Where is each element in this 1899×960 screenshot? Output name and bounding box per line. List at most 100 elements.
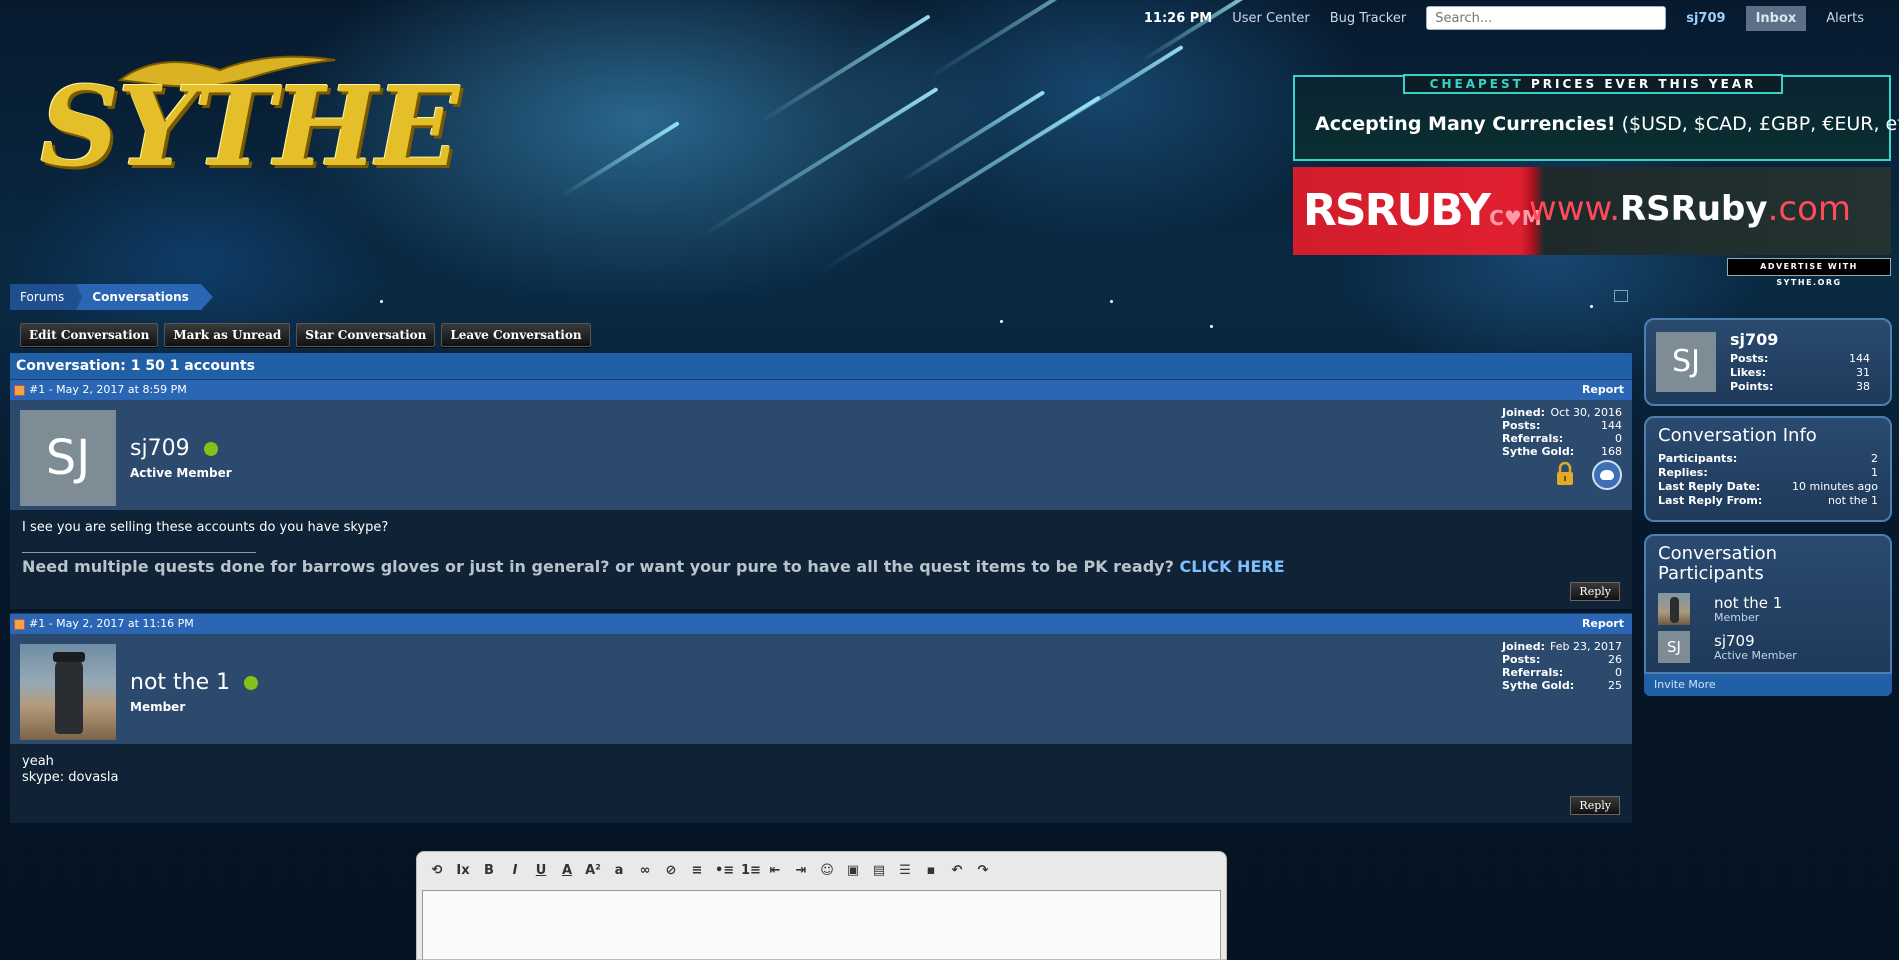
unlink-icon[interactable]: ⊘: [663, 863, 679, 879]
undo-icon[interactable]: ↶: [949, 863, 965, 879]
avatar[interactable]: SJ: [1658, 631, 1690, 663]
font-color-icon[interactable]: A: [559, 863, 575, 879]
breadcrumb-conversations[interactable]: Conversations: [76, 284, 213, 310]
info-label: Replies:: [1658, 466, 1708, 479]
stat-value: 0: [1615, 432, 1622, 445]
user-rank: Member: [130, 700, 186, 714]
panel-title-line: Conversation: [1658, 543, 1778, 564]
mark-unread-button[interactable]: Mark as Unread: [164, 323, 291, 347]
top-bar: 11:26 PM User Center Bug Tracker sj709 I…: [1144, 0, 1864, 36]
report-link[interactable]: Report: [1582, 614, 1624, 634]
link-icon[interactable]: ∞: [637, 863, 653, 879]
stat-label: Sythe Gold:: [1502, 445, 1575, 458]
participant-name[interactable]: not the 1: [1714, 595, 1782, 611]
reply-button[interactable]: Reply: [1570, 796, 1620, 815]
edit-conversation-button[interactable]: Edit Conversation: [20, 323, 159, 347]
ad-rsruby-url: www.RSRuby.com: [1529, 189, 1851, 229]
advertise-link[interactable]: ADVERTISE WITH SYTHE.ORG: [1727, 258, 1891, 287]
user-stats: Joined: Oct 30, 2016 Posts: 144 Referrals:…: [1502, 406, 1622, 458]
search-input[interactable]: [1426, 6, 1667, 30]
avatar[interactable]: SJ: [20, 410, 116, 506]
media-icon[interactable]: ▤: [871, 863, 887, 879]
post-user-info: SJ sj709 Active Member Joined: Oct 30, 20…: [10, 400, 1632, 510]
info-value: 2: [1871, 452, 1878, 465]
user-center-link[interactable]: User Center: [1232, 11, 1310, 26]
info-value: 1: [1871, 466, 1878, 479]
background-star: [1000, 320, 1003, 323]
stat-label: Posts:: [1502, 419, 1541, 432]
avatar[interactable]: [1658, 593, 1690, 625]
popout-icon[interactable]: [1614, 290, 1628, 302]
ad-banner-rsruby[interactable]: RSRUBYC♥M www.RSRuby.com: [1293, 167, 1891, 255]
clear-format-icon[interactable]: Ix: [455, 863, 471, 879]
italic-icon[interactable]: I: [507, 863, 523, 879]
background-meteor: [698, 86, 939, 239]
participants-panel: Conversation Participants not the 1 Member…: [1644, 534, 1892, 674]
participant-name[interactable]: sj709: [1714, 633, 1797, 649]
stat-value: 38: [1856, 380, 1870, 393]
ad-url-bold: RSRuby: [1620, 189, 1768, 229]
lock-icon: [1557, 462, 1573, 485]
site-logo[interactable]: SYTHE: [40, 40, 460, 191]
editor-toolbar: ⟲ Ix B I U A A² a ∞ ⊘ ≡ •≡ 1≡ ⇤ ⇥ ☺ ▣ ▤ …: [417, 852, 1226, 890]
remove-format-icon[interactable]: ⟲: [429, 863, 445, 879]
save-icon[interactable]: ▪: [923, 863, 939, 879]
outdent-icon[interactable]: ⇤: [767, 863, 783, 879]
background-star: [380, 300, 383, 303]
conversation-main: Conversation: 1 50 1 accounts #1 - May 2…: [10, 353, 1632, 823]
stat-label: Posts:: [1730, 352, 1769, 365]
ad-rsruby-brand: RSRUBYC♥M: [1303, 185, 1542, 236]
avatar[interactable]: SJ: [1656, 332, 1716, 392]
post-meta[interactable]: #1 - May 2, 2017 at 11:16 PM: [29, 614, 194, 634]
post-header: #1 - May 2, 2017 at 11:16 PM Report: [10, 613, 1632, 634]
username-link[interactable]: sj709: [130, 436, 190, 461]
participant-item[interactable]: SJ sj709 Active Member: [1658, 628, 1878, 666]
smilies-icon[interactable]: ☺: [819, 863, 835, 879]
account-link[interactable]: sj709: [1686, 11, 1725, 26]
reply-textarea[interactable]: [422, 890, 1221, 959]
ad-banner-currencies[interactable]: CHEAPEST PRICES EVER THIS YEAR Accepting…: [1293, 74, 1899, 161]
image-icon[interactable]: ▣: [845, 863, 861, 879]
user-stats: Joined: Feb 23, 2017 Posts: 26 Referrals: 0…: [1502, 640, 1622, 692]
leave-conversation-button[interactable]: Leave Conversation: [441, 323, 591, 347]
signature-text: Need multiple quests done for barrows gl…: [22, 557, 1174, 576]
discord-icon[interactable]: [1592, 460, 1622, 490]
avatar[interactable]: [20, 644, 116, 740]
font-size-icon[interactable]: A²: [585, 863, 601, 879]
align-icon[interactable]: ≡: [689, 863, 705, 879]
signature-link[interactable]: CLICK HERE: [1179, 557, 1284, 576]
sidebar: SJ sj709 Posts: 144 Likes: 31 Points: 38 Co…: [1644, 318, 1892, 696]
visitor-username[interactable]: sj709: [1730, 330, 1778, 349]
post-header: #1 - May 2, 2017 at 8:59 PM Report: [10, 379, 1632, 400]
bullet-list-icon[interactable]: •≡: [715, 863, 734, 879]
reply-button[interactable]: Reply: [1570, 582, 1620, 601]
avatar-figure: [55, 658, 83, 734]
background-star: [1210, 325, 1213, 328]
info-value[interactable]: not the 1: [1828, 494, 1878, 508]
stat-value: 25: [1608, 679, 1622, 692]
alerts-link[interactable]: Alerts: [1826, 11, 1864, 26]
ad-url-post: .com: [1767, 189, 1851, 229]
ad-tab-rest: PRICES EVER THIS YEAR: [1523, 77, 1757, 91]
breadcrumb-forums[interactable]: Forums: [10, 284, 83, 310]
participant-item[interactable]: not the 1 Member: [1658, 590, 1878, 628]
inbox-link[interactable]: Inbox: [1745, 5, 1807, 31]
invite-more-link[interactable]: Invite More: [1644, 674, 1892, 696]
username-link[interactable]: not the 1: [130, 670, 230, 695]
bug-tracker-link[interactable]: Bug Tracker: [1330, 11, 1406, 26]
avatar-hat: [53, 652, 85, 662]
star-conversation-button[interactable]: Star Conversation: [296, 323, 436, 347]
message-line: skype: dovasla: [22, 770, 119, 785]
online-status-icon: [244, 675, 259, 690]
redo-icon[interactable]: ↷: [975, 863, 991, 879]
quote-icon[interactable]: ☰: [897, 863, 913, 879]
bold-icon[interactable]: B: [481, 863, 497, 879]
underline-icon[interactable]: U: [533, 863, 549, 879]
conversation-actions: Edit Conversation Mark as Unread Star Co…: [20, 323, 591, 347]
indent-icon[interactable]: ⇥: [793, 863, 809, 879]
post-meta[interactable]: #1 - May 2, 2017 at 8:59 PM: [29, 380, 187, 400]
ad-banner-bold: Accepting Many Currencies!: [1315, 113, 1616, 135]
report-link[interactable]: Report: [1582, 380, 1624, 400]
font-family-icon[interactable]: a: [611, 863, 627, 879]
numbered-list-icon[interactable]: 1≡: [741, 863, 761, 879]
